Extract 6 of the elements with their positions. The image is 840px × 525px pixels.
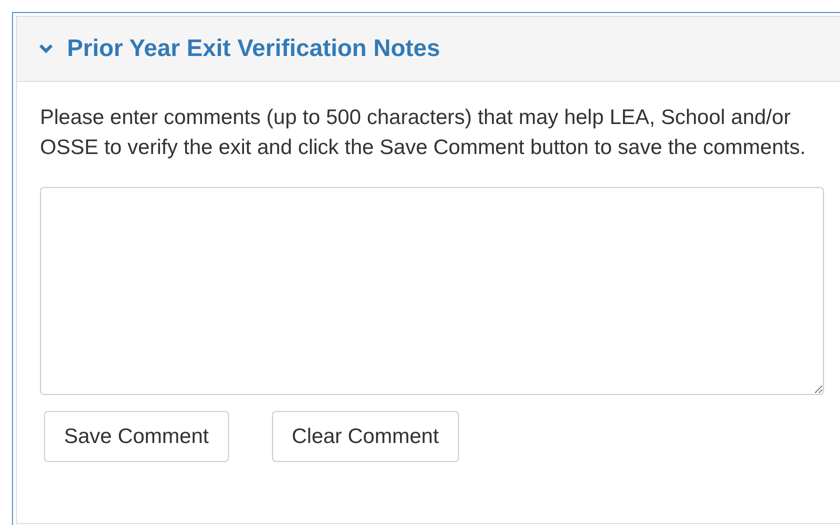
instructions-text: Please enter comments (up to 500 characters) that may help LEA, School and/or OSSE to verify the exit and click the Save Comment button to save the comments.: [40, 105, 807, 161]
panel-title: Prior Year Exit Verification Notes: [67, 34, 440, 64]
panel-header[interactable]: Prior Year Exit Verification Notes: [17, 17, 840, 82]
comment-button[interactable]: Save Comment: [44, 411, 229, 462]
comment-field[interactable]: [40, 187, 824, 395]
comment-button[interactable]: Clear Comment: [272, 411, 459, 462]
